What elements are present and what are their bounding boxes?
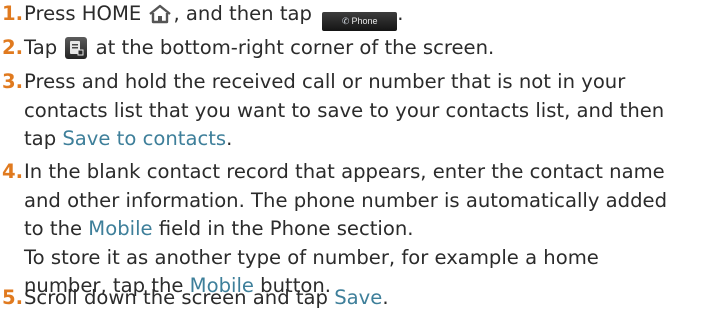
menu-icon <box>65 37 88 59</box>
save-to-contacts-label: Save to contacts <box>62 127 227 150</box>
step-4-line-4: To store it as another type of number, f… <box>24 245 599 269</box>
handset-icon: ✆ <box>341 16 350 26</box>
step-2-text-b: at the bottom-right corner of the screen… <box>89 36 495 59</box>
step-3-line-1: Press and hold the received call or numb… <box>24 70 626 93</box>
step-4-line-3-b: field in the Phone section. <box>152 217 414 240</box>
step-number: 2. <box>2 36 24 59</box>
step-text: Scroll down the screen and tap Save. <box>24 284 389 313</box>
step-3-line-2: contacts list that you want to save to y… <box>24 98 665 122</box>
step-1-text-a: Press HOME <box>24 2 148 25</box>
phone-tab-label: Phone <box>351 16 378 26</box>
step-4-line-3: to the Mobile field in the Phone section… <box>24 215 667 244</box>
step-5-text-a: Scroll down the screen and tap <box>24 286 335 309</box>
home-icon <box>148 4 172 33</box>
step-3-line-3-a: tap <box>24 127 63 150</box>
save-label: Save <box>334 286 383 309</box>
step-number: 4. <box>2 160 24 183</box>
step-text: In the blank contact record that appears… <box>24 158 667 301</box>
step-3-line-3: tap Save to contacts. <box>24 125 664 154</box>
step-number: 5. <box>2 286 24 309</box>
step-number: 3. <box>2 70 24 93</box>
step-text: Press and hold the received call or numb… <box>24 68 664 154</box>
step-4-line-1: In the blank contact record that appears… <box>24 160 665 183</box>
step-1-text-c: . <box>397 2 404 25</box>
step-text: Press HOME , and then tap ✆ Phone. <box>24 0 403 33</box>
step-text: Tap at the bottom-right corner of the sc… <box>24 34 494 63</box>
step-number: 1. <box>2 2 24 25</box>
phone-tab-icon: ✆ Phone <box>322 12 398 31</box>
step-5-text-b: . <box>382 286 389 309</box>
step-3-line-3-b: . <box>226 127 233 150</box>
step-4-line-3-a: to the <box>24 217 89 240</box>
mobile-field-label: Mobile <box>88 217 153 240</box>
step-2-text-a: Tap <box>24 36 64 59</box>
step-4-line-2: and other information. The phone number … <box>24 188 668 212</box>
step-1-text-b: , and then tap <box>173 2 319 25</box>
